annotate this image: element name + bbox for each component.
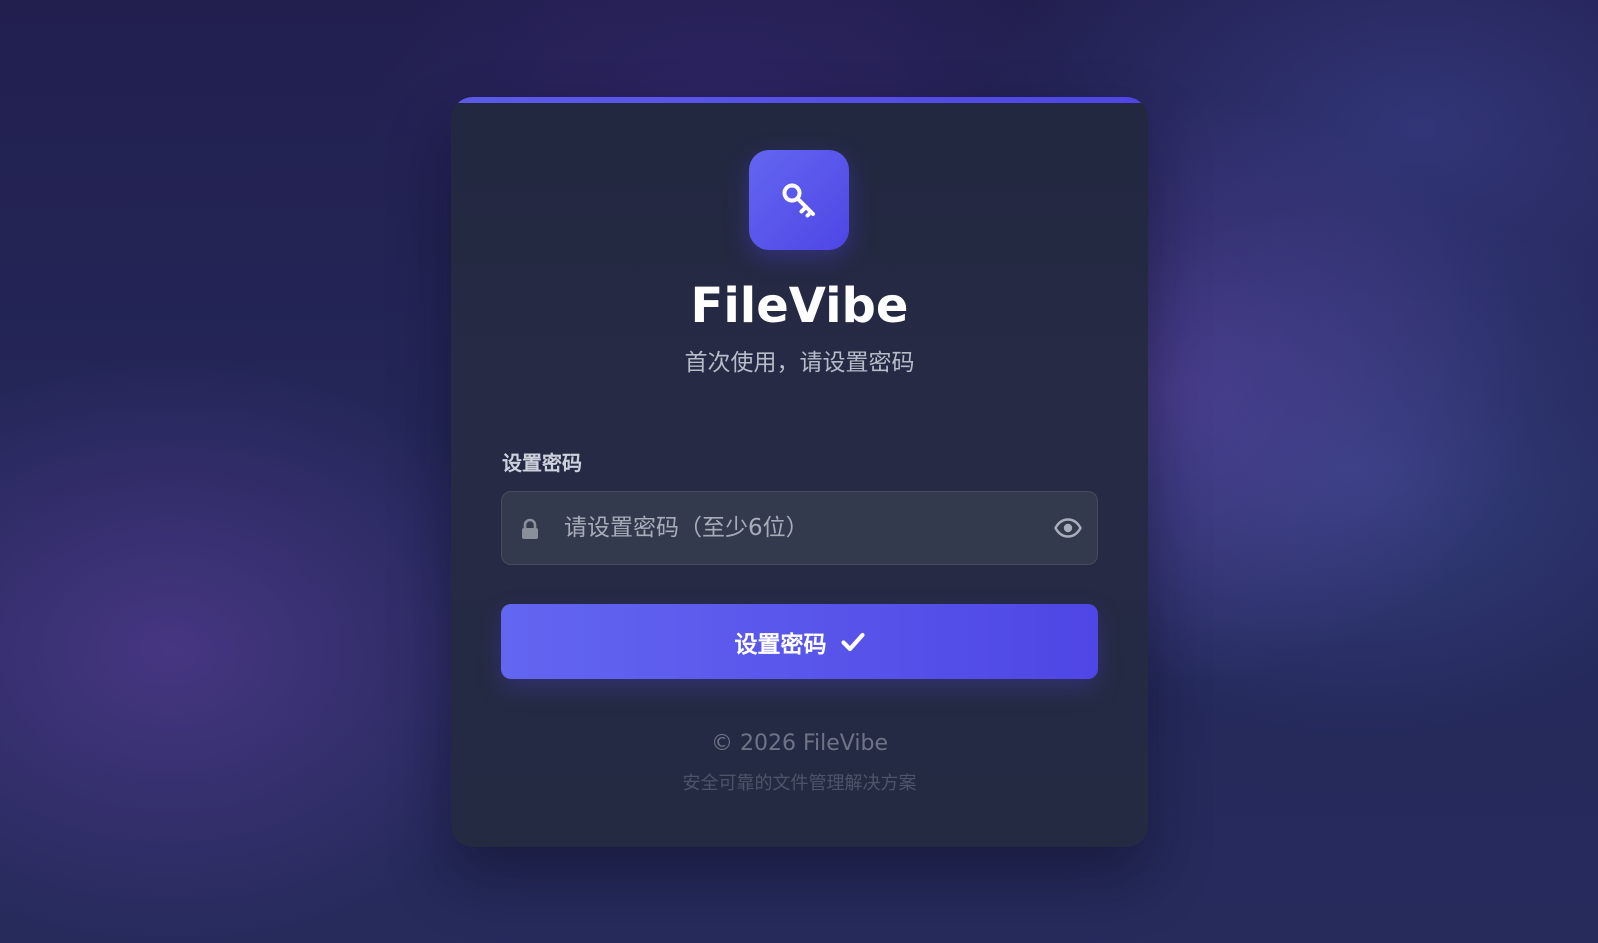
password-input[interactable] [564, 492, 1034, 564]
copyright-text: © 2026 FileVibe [711, 731, 888, 756]
eye-icon[interactable] [1054, 518, 1082, 538]
app-title: FileVibe [690, 278, 909, 334]
app-logo [749, 150, 849, 250]
key-icon [782, 183, 815, 218]
password-field [501, 491, 1098, 565]
setup-card: FileVibe 首次使用，请设置密码 设置密码 设置密码 © 2026 Fil… [451, 97, 1148, 847]
check-icon [840, 632, 865, 651]
tagline-text: 安全可靠的文件管理解决方案 [682, 773, 917, 794]
card-accent-bar [451, 97, 1148, 103]
set-password-button-label: 设置密码 [734, 631, 827, 658]
password-field-label: 设置密码 [502, 451, 582, 475]
app-subtitle: 首次使用，请设置密码 [684, 350, 915, 376]
set-password-button[interactable]: 设置密码 [501, 604, 1098, 679]
lock-icon [522, 518, 538, 539]
